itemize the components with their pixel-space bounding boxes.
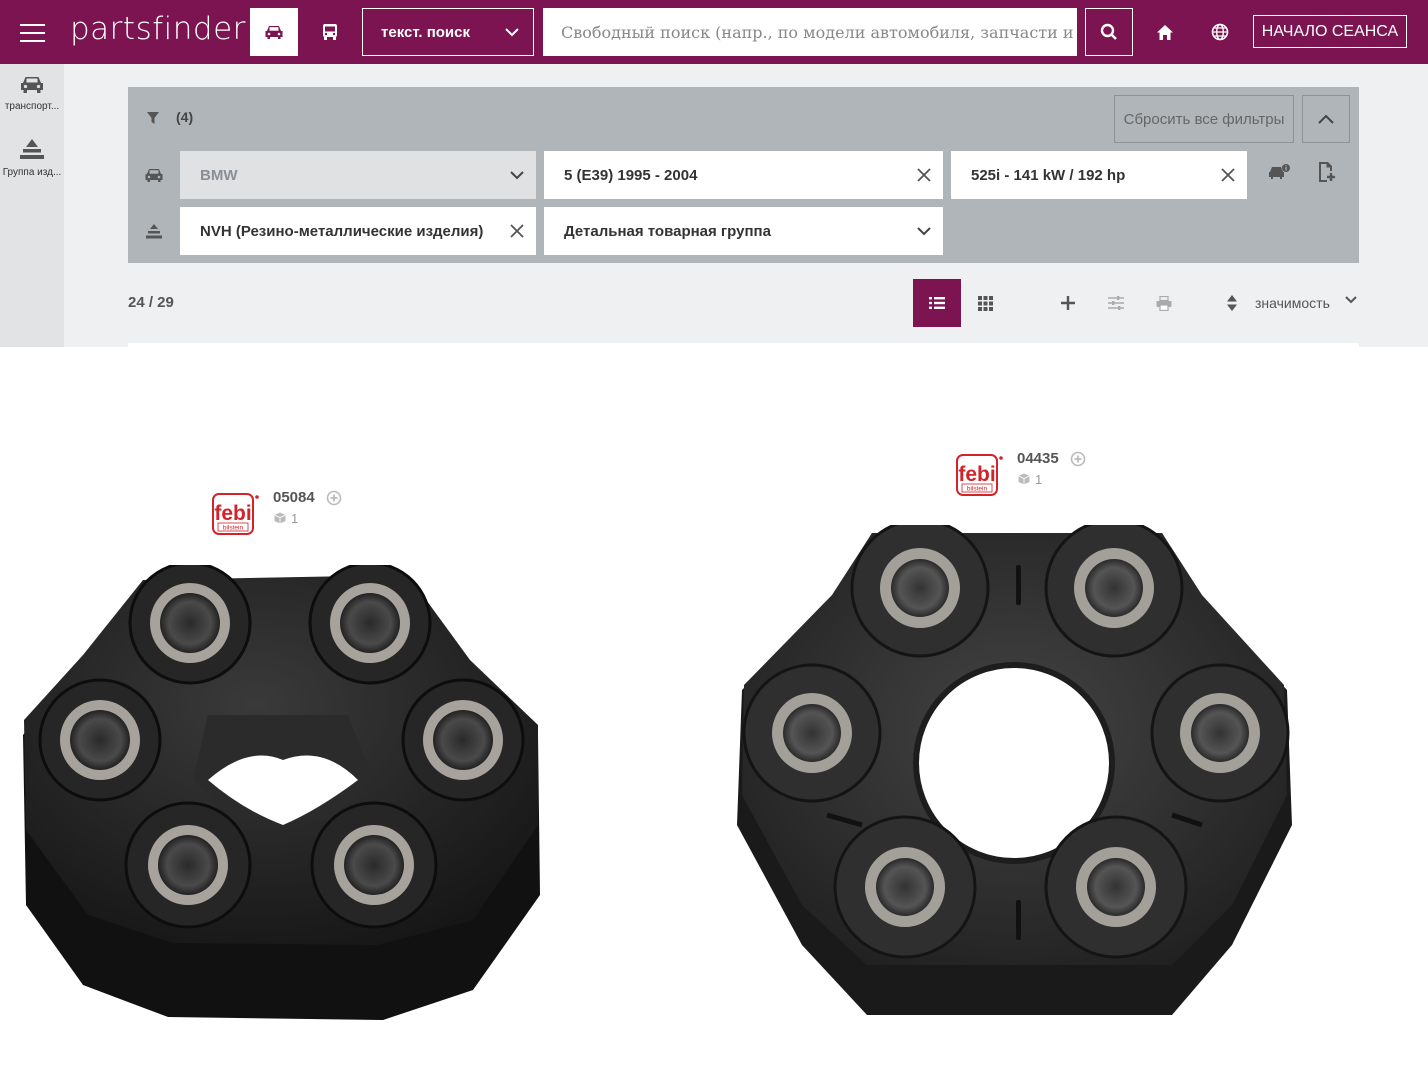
product-image[interactable] — [18, 565, 544, 1025]
make-value: BMW — [200, 166, 238, 184]
search-placeholder: Свободный поиск (напр., по модели автомо… — [561, 22, 1077, 42]
home-button[interactable] — [1145, 8, 1185, 56]
svg-text:febi: febi — [214, 502, 251, 525]
plus-icon — [1061, 296, 1075, 310]
car-icon — [145, 169, 163, 182]
article-number[interactable]: 05084 — [273, 489, 315, 506]
sidebar-item-label: Группа изд... — [2, 167, 62, 178]
app-logo[interactable]: partsfinder — [70, 11, 246, 47]
chevron-down-icon — [510, 170, 524, 179]
svg-text:febi: febi — [958, 463, 995, 486]
chevron-down-icon[interactable] — [1345, 296, 1357, 304]
vehicle-info-icon[interactable] — [1268, 163, 1290, 181]
sort-select[interactable]: значимость — [1255, 295, 1330, 311]
article-number[interactable]: 04435 — [1017, 450, 1059, 467]
detail-group-select[interactable]: Детальная товарная группа — [544, 207, 943, 255]
result-count: 24 / 29 — [128, 294, 174, 311]
filter-count: (4) — [176, 109, 194, 125]
chevron-down-icon — [917, 226, 931, 235]
list-icon — [929, 297, 945, 309]
close-icon[interactable] — [1221, 168, 1235, 182]
close-icon[interactable] — [917, 168, 931, 182]
car-icon — [265, 26, 283, 39]
model-select[interactable]: 5 (E39) 1995 - 2004 — [544, 151, 943, 199]
quantity: 1 — [1035, 472, 1043, 487]
sidebar: транспорт... Группа изд... — [0, 64, 64, 347]
top-bar: partsfinder текст. поиск Свободный поиск… — [0, 0, 1428, 64]
svg-text:bilstein: bilstein — [967, 486, 988, 493]
close-icon[interactable] — [510, 224, 524, 238]
product-image[interactable] — [732, 525, 1298, 1025]
search-button[interactable] — [1085, 8, 1133, 56]
results-list — [128, 343, 1359, 347]
filter-icon[interactable] — [146, 111, 160, 125]
engine-select[interactable]: 525i - 141 kW / 192 hp — [951, 151, 1247, 199]
grid-icon — [977, 295, 993, 311]
reset-filters-button[interactable]: Сбросить все фильтры — [1114, 95, 1294, 143]
car-icon — [21, 77, 43, 93]
search-mode-select[interactable]: текст. поиск — [362, 8, 534, 56]
add-document-icon[interactable] — [1317, 161, 1337, 183]
language-button[interactable] — [1200, 8, 1240, 56]
quantity: 1 — [291, 511, 299, 526]
chevron-up-icon — [1318, 114, 1334, 124]
sliders-icon — [1108, 296, 1124, 310]
package-icon — [1018, 473, 1030, 485]
product-group-select[interactable]: NVH (Резино-металлические изделия) — [180, 207, 536, 255]
list-view-button[interactable] — [913, 279, 961, 327]
bus-icon — [323, 24, 337, 40]
search-icon — [1100, 23, 1117, 40]
product-group-value: NVH (Резино-металлические изделия) — [200, 222, 484, 240]
sidebar-item-product-group[interactable]: Группа изд... — [0, 138, 64, 178]
car-search-button[interactable] — [250, 8, 298, 56]
login-button[interactable]: НАЧАЛО СЕАНСА — [1253, 15, 1407, 48]
truck-search-button[interactable] — [306, 8, 354, 56]
svg-text:bilstein: bilstein — [223, 525, 244, 532]
info-badge-icon[interactable] — [326, 490, 342, 506]
add-button[interactable] — [1056, 291, 1080, 315]
printer-icon — [1156, 295, 1172, 311]
product-group-icon — [20, 139, 44, 159]
collapse-filters-button[interactable] — [1302, 95, 1350, 143]
info-badge-icon[interactable] — [1070, 451, 1086, 467]
febi-bilstein-logo[interactable]: febi bilstein — [956, 454, 1004, 498]
search-input[interactable]: Свободный поиск (напр., по модели автомо… — [543, 8, 1077, 56]
engine-value: 525i - 141 kW / 192 hp — [971, 166, 1126, 184]
sort-direction-button[interactable] — [1220, 291, 1244, 315]
grid-view-button[interactable] — [961, 279, 1009, 327]
sidebar-item-label: транспорт... — [4, 101, 60, 112]
product-group-icon — [146, 224, 162, 239]
home-icon — [1157, 24, 1173, 40]
adjust-button[interactable] — [1104, 291, 1128, 315]
sort-label: значимость — [1255, 295, 1330, 311]
febi-bilstein-logo[interactable]: febi bilstein — [212, 493, 260, 537]
menu-icon[interactable] — [20, 24, 45, 42]
sidebar-item-vehicle[interactable]: транспорт... — [0, 74, 64, 112]
detail-group-value: Детальная товарная группа — [564, 222, 771, 240]
globe-icon — [1211, 23, 1229, 41]
package-icon — [274, 512, 286, 524]
search-mode-label: текст. поиск — [381, 23, 470, 41]
print-button[interactable] — [1152, 291, 1176, 315]
make-select[interactable]: BMW — [180, 151, 536, 199]
chevron-down-icon — [505, 27, 519, 36]
model-value: 5 (E39) 1995 - 2004 — [564, 166, 698, 184]
sort-icon — [1227, 295, 1237, 311]
